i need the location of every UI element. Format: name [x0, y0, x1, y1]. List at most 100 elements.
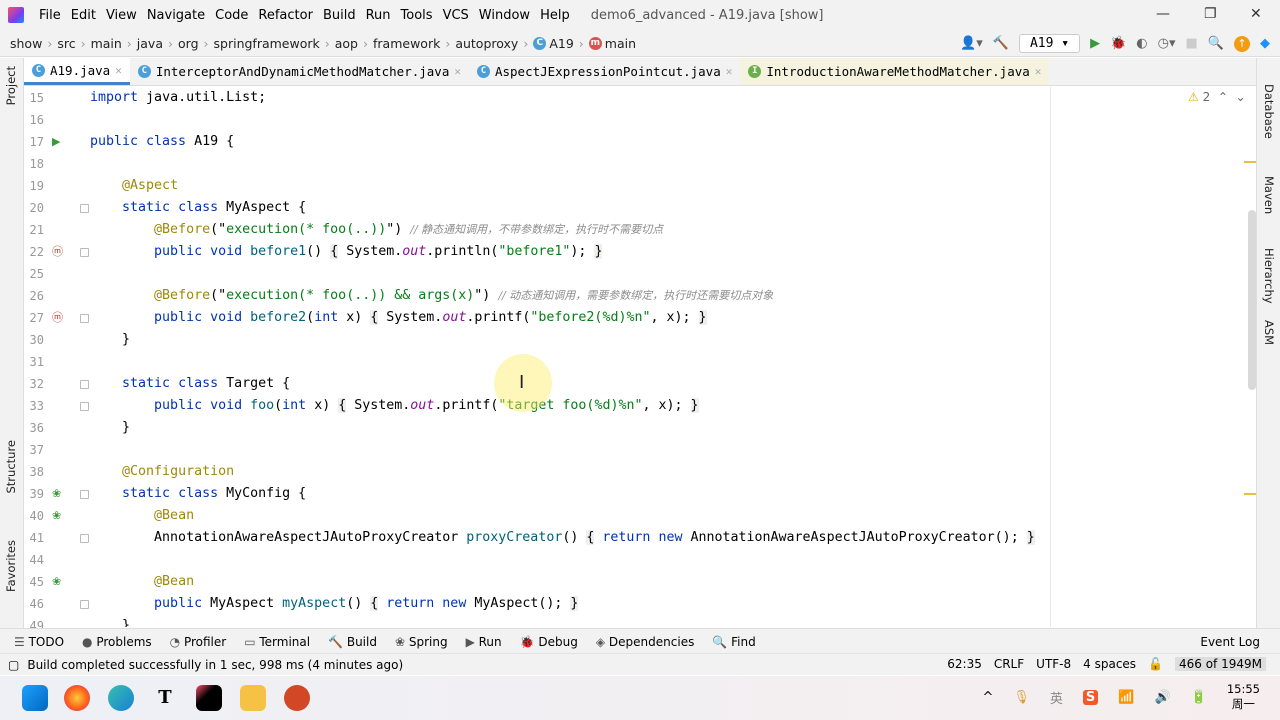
breadcrumb-item[interactable]: org	[178, 36, 199, 51]
fold-marker-icon[interactable]	[80, 204, 89, 213]
tool-window-dependencies[interactable]: ◈ Dependencies	[596, 635, 694, 649]
close-tab-icon[interactable]: ✕	[454, 65, 461, 78]
run-icon[interactable]: ▶	[1090, 36, 1100, 51]
error-stripe-mark[interactable]	[1244, 161, 1256, 163]
hierarchy-tool-button[interactable]: Hierarchy	[1262, 248, 1276, 304]
menu-refactor[interactable]: Refactor	[253, 8, 318, 23]
breadcrumb-item[interactable]: aop	[335, 36, 358, 51]
fold-marker-icon[interactable]	[80, 534, 89, 543]
status-message[interactable]: Build completed successfully in 1 sec, 9…	[27, 658, 403, 672]
menu-view[interactable]: View	[101, 8, 142, 23]
tool-window-problems[interactable]: ● Problems	[82, 635, 152, 649]
warnings-indicator[interactable]: ⚠ 2 ⌃ ⌄	[1188, 90, 1246, 104]
stop-icon[interactable]: ■	[1186, 36, 1198, 51]
menu-run[interactable]: Run	[361, 8, 396, 23]
fold-marker-icon[interactable]	[80, 248, 89, 257]
edge-icon[interactable]	[108, 685, 134, 711]
user-icon[interactable]: 👤▾	[960, 36, 983, 51]
tab-aspectjexpressionpointcut[interactable]: C AspectJExpressionPointcut.java ✕	[469, 58, 740, 85]
close-tab-icon[interactable]: ✕	[1035, 65, 1042, 78]
line-separator[interactable]: CRLF	[994, 657, 1024, 671]
menu-help[interactable]: Help	[535, 8, 575, 23]
project-tool-button[interactable]: Project	[4, 66, 18, 105]
event-log-button[interactable]: Event Log	[1200, 635, 1260, 649]
file-encoding[interactable]: UTF-8	[1036, 657, 1071, 671]
breadcrumb-item[interactable]: main	[605, 36, 636, 51]
tool-window-todo[interactable]: ☰ TODO	[14, 635, 64, 649]
breadcrumb-item[interactable]: src	[57, 36, 75, 51]
breadcrumb-item[interactable]: autoproxy	[455, 36, 518, 51]
tool-window-spring[interactable]: ❀ Spring	[395, 635, 448, 649]
aspect-method-icon[interactable]: ⓜ	[52, 241, 63, 263]
menu-build[interactable]: Build	[318, 8, 361, 23]
ime-indicator[interactable]: 英	[1050, 688, 1063, 707]
memory-indicator[interactable]: 466 of 1949M	[1175, 657, 1266, 671]
spring-bean-icon[interactable]: ❀	[52, 483, 61, 505]
tool-window-run[interactable]: ▶ Run	[466, 635, 502, 649]
search-icon[interactable]: 🔍	[1208, 36, 1224, 51]
menu-vcs[interactable]: VCS	[438, 8, 474, 23]
sogou-icon[interactable]: S	[1082, 689, 1099, 705]
structure-tool-button[interactable]: Structure	[4, 440, 18, 494]
typora-icon[interactable]: T	[152, 685, 178, 711]
update-icon[interactable]: ↑	[1234, 35, 1250, 52]
close-tab-icon[interactable]: ✕	[115, 64, 122, 77]
start-button-icon[interactable]	[22, 685, 48, 711]
intellij-taskbar-icon[interactable]	[196, 685, 222, 711]
restore-button[interactable]: ❐	[1204, 6, 1217, 22]
debug-icon[interactable]: 🐞	[1110, 36, 1126, 51]
tab-a19[interactable]: C A19.java ✕	[24, 58, 130, 85]
close-button[interactable]: ✕	[1250, 6, 1262, 22]
tool-window-profiler[interactable]: ◔ Profiler	[170, 635, 227, 649]
code-editor[interactable]: import java.util.List; public class A19 {…	[90, 87, 1050, 627]
fold-marker-icon[interactable]	[80, 402, 89, 411]
firefox-icon[interactable]	[64, 685, 90, 711]
asm-tool-button[interactable]: ASM	[1262, 320, 1276, 345]
breadcrumb-item[interactable]: framework	[373, 36, 440, 51]
error-stripe-mark[interactable]	[1244, 493, 1256, 495]
run-gutter-icon[interactable]: ▶	[52, 131, 60, 153]
build-hammer-icon[interactable]: 🔨	[993, 36, 1009, 51]
menu-file[interactable]: File	[34, 8, 66, 23]
plugin-icon[interactable]: ◆	[1260, 36, 1270, 51]
aspect-method-icon[interactable]: ⓜ	[52, 307, 63, 329]
breadcrumb-item[interactable]: A19	[549, 36, 573, 51]
fold-marker-icon[interactable]	[80, 380, 89, 389]
profile-icon[interactable]: ◷▾	[1158, 36, 1176, 51]
breadcrumb-item[interactable]: show	[10, 36, 42, 51]
fold-marker-icon[interactable]	[80, 490, 89, 499]
menu-navigate[interactable]: Navigate	[142, 8, 210, 23]
fold-marker-icon[interactable]	[80, 600, 89, 609]
menu-edit[interactable]: Edit	[66, 8, 101, 23]
file-explorer-icon[interactable]	[240, 685, 266, 711]
tray-overflow-icon[interactable]: ^	[982, 690, 993, 705]
menu-window[interactable]: Window	[474, 8, 535, 23]
maven-tool-button[interactable]: Maven	[1262, 176, 1276, 214]
run-config-select[interactable]: A19 ▾	[1018, 34, 1081, 53]
indent-setting[interactable]: 4 spaces	[1083, 657, 1136, 671]
menu-code[interactable]: Code	[210, 8, 253, 23]
volume-icon[interactable]: 🔊	[1154, 690, 1170, 705]
editor-scrollbar[interactable]	[1248, 210, 1256, 390]
tab-introductionawaremethodmatcher[interactable]: I IntroductionAwareMethodMatcher.java ✕	[740, 58, 1050, 85]
menu-tools[interactable]: Tools	[396, 8, 438, 23]
tool-window-debug[interactable]: 🐞 Debug	[520, 635, 578, 649]
caret-position[interactable]: 62:35	[947, 657, 982, 671]
close-tab-icon[interactable]: ✕	[726, 65, 733, 78]
lock-icon[interactable]: 🔓	[1148, 657, 1163, 671]
database-tool-button[interactable]: Database	[1262, 84, 1276, 139]
favorites-tool-button[interactable]: Favorites	[4, 540, 18, 592]
coverage-icon[interactable]: ◐	[1136, 36, 1147, 51]
tool-window-build[interactable]: 🔨 Build	[328, 635, 377, 649]
tool-window-find[interactable]: 🔍 Find	[712, 635, 755, 649]
wifi-icon[interactable]: 📶	[1118, 690, 1134, 705]
fold-marker-icon[interactable]	[80, 314, 89, 323]
breadcrumb-item[interactable]: springframework	[214, 36, 320, 51]
battery-icon[interactable]: 🔋	[1191, 690, 1207, 705]
breadcrumb-item[interactable]: main	[91, 36, 122, 51]
microphone-icon[interactable]: 🎙	[1013, 690, 1030, 705]
powerpoint-icon[interactable]	[284, 685, 310, 711]
breadcrumb-item[interactable]: java	[137, 36, 163, 51]
spring-bean-icon[interactable]: ❀	[52, 571, 61, 593]
clock[interactable]: 15:55 周一	[1227, 682, 1260, 712]
